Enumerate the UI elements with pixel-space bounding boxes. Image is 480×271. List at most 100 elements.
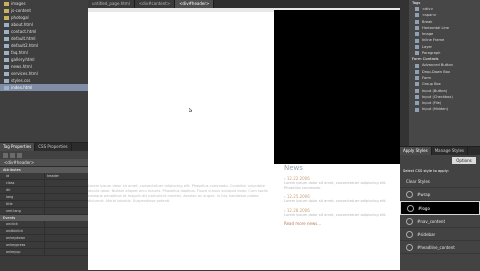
toolbox-item-icon: [415, 19, 419, 24]
read-more-link[interactable]: Read more news...: [284, 221, 400, 226]
doc-tab-content[interactable]: <div#content>: [134, 0, 176, 8]
style-selector-icon: [406, 230, 413, 238]
property-value[interactable]: [45, 249, 47, 255]
property-value[interactable]: header: [45, 173, 59, 179]
alphabetical-icon[interactable]: [10, 152, 15, 158]
options-button[interactable]: Options: [452, 157, 476, 164]
property-row[interactable]: dir: [0, 187, 88, 194]
doc-tab-page[interactable]: untitled_page.html: [88, 0, 135, 8]
file-icon: [4, 64, 9, 69]
style-item-label: #wrap: [417, 191, 431, 197]
file-name: default2.html: [11, 43, 39, 48]
toolbox-item-icon: [415, 7, 419, 12]
property-value[interactable]: [45, 201, 47, 207]
property-row[interactable]: xml:lang: [0, 208, 88, 215]
folder-icon: [4, 1, 9, 6]
file-list-item[interactable]: images: [0, 0, 88, 7]
toolbox-item-icon: [415, 95, 419, 99]
file-list-item[interactable]: gallery.html: [0, 56, 88, 63]
property-row[interactable]: class: [0, 180, 88, 187]
property-name: id: [0, 173, 45, 179]
news-sidebar: News › 12.22.2006 Lorem ipsum dolor sit a…: [284, 164, 400, 270]
styles-tabs: Apply Styles Manage Styles: [400, 147, 480, 155]
property-row[interactable]: onkeyup: [0, 249, 88, 256]
style-item[interactable]: #wrap: [400, 188, 480, 201]
folder-icon: [4, 8, 9, 13]
property-row[interactable]: id header: [0, 173, 88, 180]
tab-tag-properties[interactable]: Tag Properties: [0, 143, 36, 151]
property-value[interactable]: [45, 187, 47, 193]
file-list-item[interactable]: index.html: [0, 84, 88, 91]
tab-css-properties[interactable]: CSS Properties: [35, 143, 72, 151]
style-item[interactable]: #logo: [400, 201, 480, 215]
document-tabs: untitled_page.html <div#content> <div#he…: [88, 0, 400, 8]
news-text: Lorem ipsum dolor sit amet, consectetuer…: [284, 181, 387, 190]
toolbox-html-items: <div> <span> Break Horizontal Line Image Inli…: [409, 6, 480, 56]
property-row[interactable]: title: [0, 201, 88, 208]
style-selector-icon: [406, 217, 413, 225]
file-icon: [4, 29, 9, 34]
style-item[interactable]: #sidebar: [400, 228, 480, 241]
property-name: onkeydown: [0, 235, 45, 241]
file-list-item[interactable]: styles.css: [0, 77, 88, 84]
file-icon: [4, 22, 9, 27]
tab-apply-styles[interactable]: Apply Styles: [400, 147, 432, 155]
file-icon: [4, 36, 9, 41]
doc-tab-header[interactable]: <div#header>: [175, 0, 215, 8]
mouse-cursor-icon: [189, 108, 193, 112]
file-name: photogal: [11, 15, 29, 20]
toolbox-item-icon: [415, 69, 419, 74]
file-name: services.html: [11, 71, 38, 76]
property-value[interactable]: [45, 221, 47, 227]
property-row[interactable]: lang: [0, 194, 88, 201]
property-value[interactable]: [45, 235, 47, 241]
style-item-label: Clear Styles: [406, 178, 430, 184]
file-icon: [4, 57, 9, 62]
style-item[interactable]: Clear Styles: [400, 175, 480, 188]
tab-manage-styles[interactable]: Manage Styles: [432, 147, 468, 155]
file-list-item[interactable]: services.html: [0, 70, 88, 77]
toolbox-item-icon: [415, 51, 419, 56]
news-items: › 12.22.2006 Lorem ipsum dolor sit amet, …: [284, 176, 400, 217]
property-name: xml:lang: [0, 208, 45, 214]
file-list-item[interactable]: default.html: [0, 35, 88, 42]
property-row[interactable]: onclick: [0, 221, 88, 228]
categorized-icon[interactable]: [3, 152, 8, 158]
properties-toolbar: [0, 151, 88, 159]
file-list-item[interactable]: photogal: [0, 14, 88, 21]
toolbox-item-label: Input (Hidden): [422, 107, 449, 112]
file-name: faq.html: [11, 50, 28, 55]
show-set-properties-icon[interactable]: [17, 152, 22, 158]
style-item[interactable]: #nav_content: [400, 215, 480, 228]
property-row[interactable]: onkeydown: [0, 235, 88, 242]
style-selector-icon: [406, 243, 413, 251]
style-item[interactable]: #headline_content: [400, 241, 480, 254]
property-name: class: [0, 180, 45, 186]
apply-styles-panel: Apply Styles Manage Styles Options Selec…: [400, 146, 480, 271]
property-row[interactable]: ondblclick: [0, 228, 88, 235]
property-value[interactable]: [45, 228, 47, 234]
file-icon: [4, 78, 9, 83]
file-list-item[interactable]: about.html: [0, 21, 88, 28]
file-list-item[interactable]: news.html: [0, 63, 88, 70]
property-value[interactable]: [45, 208, 47, 214]
toolbox-item[interactable]: Input (Hidden): [409, 106, 480, 112]
toolbox-item-icon: [415, 63, 419, 68]
toolbox-item-icon: [415, 107, 419, 112]
file-list-item[interactable]: faq.html: [0, 49, 88, 56]
event-list: onclick ondblclick onkeydown onkeypress onke…: [0, 221, 88, 256]
file-list-item[interactable]: contact.html: [0, 28, 88, 35]
property-value[interactable]: [45, 242, 47, 248]
property-row[interactable]: onkeypress: [0, 242, 88, 249]
file-list-item[interactable]: default2.html: [0, 42, 88, 49]
file-name: contact.html: [11, 29, 37, 34]
selected-tag: <div#header>: [0, 159, 88, 167]
file-name: images: [11, 1, 26, 6]
file-list-item[interactable]: js-content: [0, 7, 88, 14]
toolbox-gutter: [400, 0, 409, 146]
toolbox-item-icon: [415, 76, 419, 81]
property-value[interactable]: [45, 194, 47, 200]
tag-properties-panel: Tag Properties CSS Properties <div#heade…: [0, 142, 88, 271]
style-item-label: #headline_content: [417, 244, 455, 250]
property-value[interactable]: [45, 180, 47, 186]
